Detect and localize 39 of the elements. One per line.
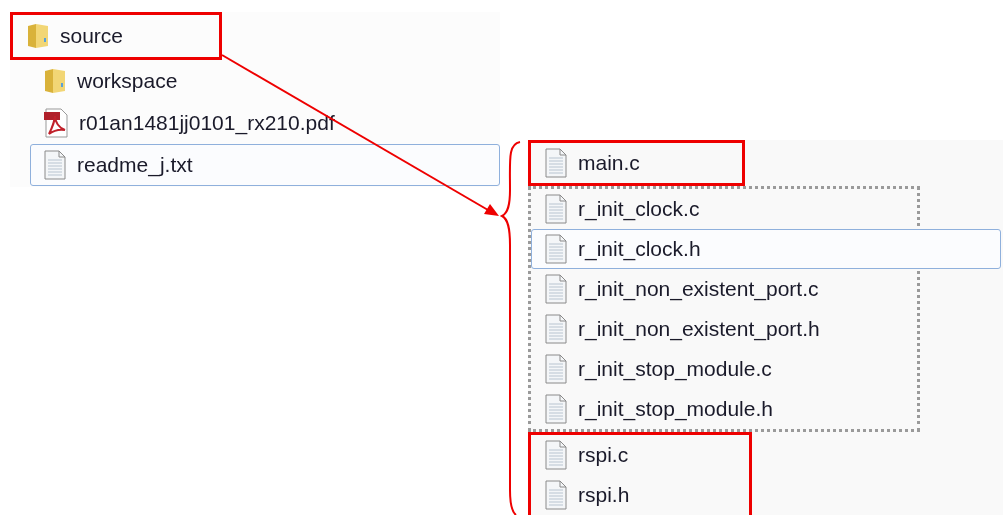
text-file-icon bbox=[544, 394, 568, 424]
text-file-icon bbox=[544, 148, 568, 178]
file-name: r_init_stop_module.c bbox=[578, 356, 772, 383]
file-item[interactable]: r_init_clock.c bbox=[531, 189, 1001, 229]
pdf-file-icon bbox=[43, 108, 69, 138]
text-file-icon bbox=[544, 234, 568, 264]
file-item[interactable]: r_init_clock.h bbox=[531, 229, 1001, 269]
file-item[interactable]: r_init_non_existent_port.c bbox=[531, 269, 1001, 309]
file-item[interactable]: r_init_stop_module.h bbox=[531, 389, 1001, 429]
text-file-icon bbox=[544, 194, 568, 224]
file-name: r_init_clock.h bbox=[578, 236, 701, 263]
file-item[interactable]: source bbox=[13, 15, 219, 57]
text-file-icon bbox=[544, 354, 568, 384]
file-item[interactable]: readme_j.txt bbox=[30, 144, 500, 186]
file-name: source bbox=[60, 23, 124, 50]
file-item[interactable]: r01an1481jj0101_rx210.pdf bbox=[30, 102, 500, 144]
file-name: workspace bbox=[77, 68, 178, 95]
file-name: r_init_non_existent_port.h bbox=[578, 316, 820, 343]
file-name: rspi.c bbox=[578, 442, 629, 469]
file-name: r01an1481jj0101_rx210.pdf bbox=[79, 110, 335, 137]
text-file-icon bbox=[544, 440, 568, 470]
file-item[interactable]: r_init_non_existent_port.h bbox=[531, 309, 1001, 349]
file-name: r_init_non_existent_port.c bbox=[578, 276, 819, 303]
file-name: r_init_stop_module.h bbox=[578, 396, 773, 423]
folder-icon bbox=[26, 22, 50, 50]
text-file-icon bbox=[544, 274, 568, 304]
file-name: readme_j.txt bbox=[77, 152, 193, 179]
folder-icon bbox=[43, 67, 67, 95]
file-item[interactable]: rspi.h bbox=[531, 475, 741, 515]
text-file-icon bbox=[43, 150, 67, 180]
file-item[interactable]: workspace bbox=[30, 60, 500, 102]
text-file-icon bbox=[544, 480, 568, 510]
file-name: r_init_clock.c bbox=[578, 196, 700, 223]
file-name: main.c bbox=[578, 150, 640, 177]
file-name: rspi.h bbox=[578, 482, 630, 509]
file-item[interactable]: r_init_stop_module.c bbox=[531, 349, 1001, 389]
text-file-icon bbox=[544, 314, 568, 344]
file-item[interactable]: main.c bbox=[531, 143, 741, 183]
file-item[interactable]: rspi.c bbox=[531, 435, 741, 475]
